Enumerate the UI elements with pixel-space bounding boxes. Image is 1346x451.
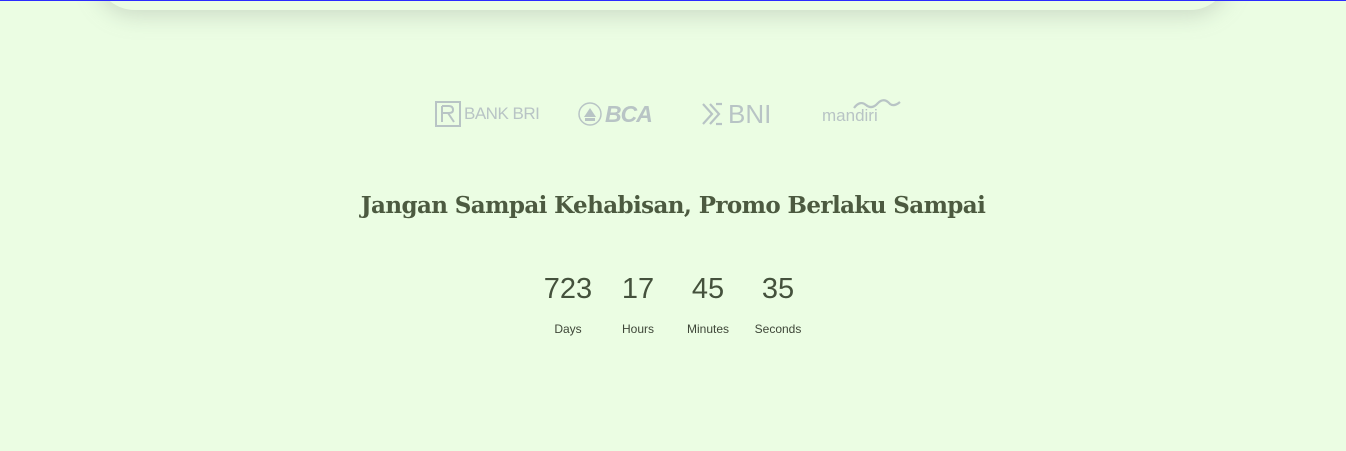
top-edge-line (0, 0, 1346, 1)
countdown-days-value: 723 (543, 273, 593, 305)
bni-logo-icon (702, 102, 722, 126)
countdown-hours-label: Hours (621, 322, 654, 336)
bca-logo-icon (578, 102, 602, 126)
bank-name-bri: BANK BRI (464, 104, 540, 123)
promo-headline: Jangan Sampai Kehabisan, Promo Berlaku S… (360, 192, 986, 219)
bank-name-bca: BCA (605, 100, 653, 127)
header-shadow (95, 0, 1230, 10)
countdown-seconds-value: 35 (761, 273, 795, 305)
countdown-days-label: Days (554, 322, 582, 336)
countdown-timer: 723 Days 17 Hours 45 Minutes 35 Seconds (0, 270, 1346, 336)
bank-logo-mandiri: mandiri (822, 98, 902, 134)
bri-logo-icon (435, 101, 461, 127)
bank-logos: BANK BRI BCA BNI mandiri (0, 96, 1346, 136)
bank-name-mandiri: mandiri (822, 106, 878, 125)
countdown-days: 723 Days (533, 270, 603, 336)
countdown-hours-value: 17 (621, 273, 655, 305)
bank-logo-bni: BNI (700, 96, 771, 132)
countdown-minutes-value: 45 (691, 273, 725, 305)
countdown-seconds: 35 Seconds (743, 270, 813, 336)
bank-logo-bca: BCA (577, 96, 653, 132)
countdown-hours: 17 Hours (603, 270, 673, 336)
countdown-seconds-label: Seconds (754, 322, 802, 336)
countdown-minutes-label: Minutes (686, 322, 730, 336)
bank-logo-bri: BANK BRI (435, 96, 540, 132)
bank-name-bni: BNI (728, 98, 772, 129)
countdown-minutes: 45 Minutes (673, 270, 743, 336)
